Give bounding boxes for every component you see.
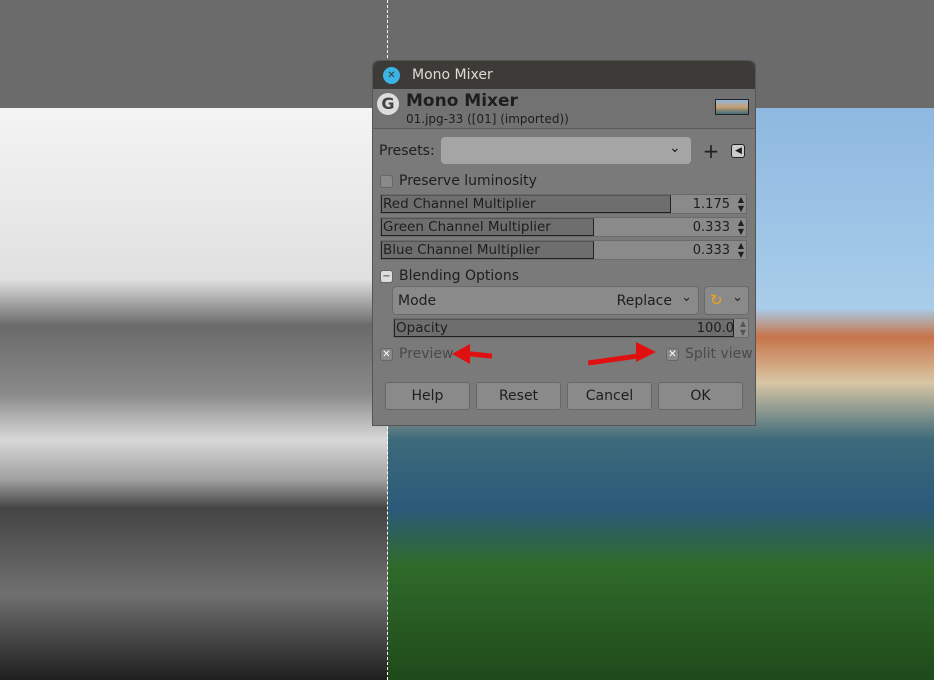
opacity-slider[interactable]: Opacity 100.0 ▲ ▼ <box>393 318 749 338</box>
ok-button[interactable]: OK <box>658 382 743 410</box>
collapse-icon: − <box>380 269 393 283</box>
window-title: Mono Mixer <box>412 67 493 83</box>
presets-label: Presets: <box>379 142 435 159</box>
help-button[interactable]: Help <box>385 382 470 410</box>
arrowhead-icon <box>452 344 470 364</box>
cancel-button[interactable]: Cancel <box>567 382 652 410</box>
preview-checkbox[interactable]: ✕ Preview <box>380 346 454 362</box>
reset-button[interactable]: Reset <box>476 382 561 410</box>
image-thumbnail <box>715 99 749 115</box>
spin-arrows-icon[interactable]: ▲ ▼ <box>738 195 744 213</box>
spin-arrows-icon[interactable]: ▲ ▼ <box>740 319 746 337</box>
image-preview-grayscale <box>0 108 388 680</box>
header-title: Mono Mixer <box>406 91 518 111</box>
blue-channel-slider[interactable]: Blue Channel Multiplier 0.333 ▲ ▼ <box>380 240 747 260</box>
composite-mode-dropdown[interactable]: ↻ ⌄ <box>704 286 749 315</box>
gimp-logo-icon: G <box>377 93 399 115</box>
preserve-luminosity-checkbox[interactable]: Preserve luminosity <box>380 173 537 189</box>
chevron-down-icon: ⌄ <box>732 290 743 305</box>
checkbox-checked-icon: ✕ <box>380 347 393 361</box>
composite-mode-icon: ↻ <box>710 291 723 309</box>
spin-arrows-icon[interactable]: ▲ ▼ <box>738 241 744 259</box>
chevron-down-icon: ⌄ <box>681 290 692 305</box>
arrowhead-icon <box>636 342 656 362</box>
presets-dropdown[interactable]: ⌄ <box>440 137 691 164</box>
spin-arrows-icon[interactable]: ▲ ▼ <box>738 218 744 236</box>
preset-menu-icon[interactable]: ◀ <box>731 143 746 158</box>
split-view-checkbox[interactable]: ✕ Split view <box>666 346 753 362</box>
mode-dropdown[interactable]: Mode Replace ⌄ <box>392 286 699 315</box>
dialog-header: G Mono Mixer 01.jpg-33 ([01] (imported)) <box>373 89 755 129</box>
red-channel-slider[interactable]: Red Channel Multiplier 1.175 ▲ ▼ <box>380 194 747 214</box>
close-icon[interactable]: ✕ <box>383 66 400 84</box>
chevron-down-icon: ⌄ <box>668 140 681 156</box>
title-bar[interactable]: ✕ Mono Mixer <box>373 61 755 89</box>
checkbox-checked-icon: ✕ <box>666 347 679 361</box>
green-channel-slider[interactable]: Green Channel Multiplier 0.333 ▲ ▼ <box>380 217 747 237</box>
blending-options-toggle[interactable]: − Blending Options <box>380 268 519 284</box>
mono-mixer-dialog: ✕ Mono Mixer G Mono Mixer 01.jpg-33 ([01… <box>372 60 756 426</box>
presets-row: Presets: ⌄ + ◀ <box>379 137 746 164</box>
header-subtitle: 01.jpg-33 ([01] (imported)) <box>406 112 569 126</box>
add-preset-icon[interactable]: + <box>703 139 720 163</box>
